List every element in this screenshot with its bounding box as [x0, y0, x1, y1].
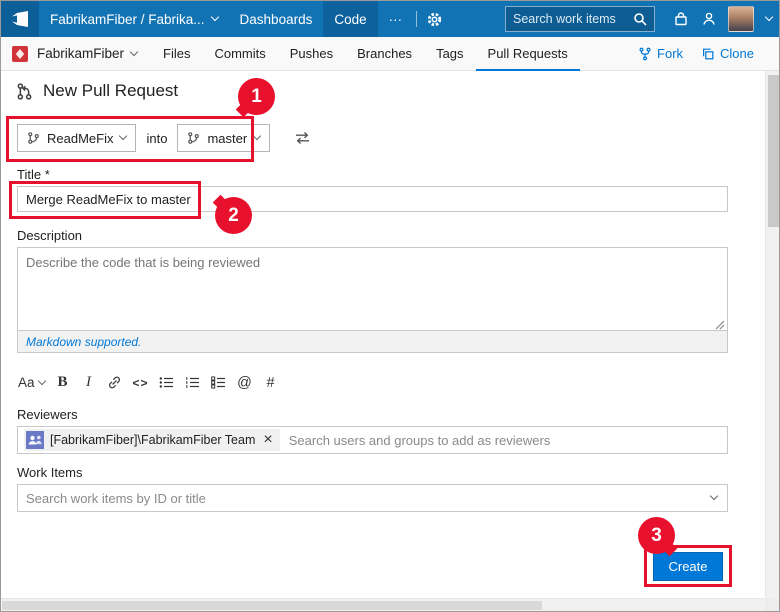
reviewers-placeholder: Search users and groups to add as review… — [289, 433, 551, 448]
markdown-support-bar: Markdown supported. — [17, 331, 728, 353]
target-branch-dropdown[interactable]: master — [177, 124, 270, 152]
pull-request-icon — [15, 82, 34, 101]
tab-pushes[interactable]: Pushes — [278, 37, 345, 71]
tab-pull-requests[interactable]: Pull Requests — [476, 37, 580, 71]
create-button[interactable]: Create — [653, 552, 723, 581]
menu-code[interactable]: Code — [323, 1, 377, 37]
code-snippet-button[interactable]: <> — [128, 370, 154, 395]
work-items-label: Work Items — [17, 465, 83, 480]
mention-button[interactable]: @ — [232, 370, 258, 395]
fork-label: Fork — [657, 46, 683, 61]
task-list-icon — [211, 376, 226, 389]
page-title-text: New Pull Request — [43, 81, 178, 101]
azure-devops-logo[interactable] — [1, 1, 39, 37]
scrollbar-corner — [765, 598, 780, 611]
chevron-down-icon[interactable] — [710, 492, 718, 500]
more-menu[interactable]: ··· — [378, 1, 414, 37]
fork-action[interactable]: Fork — [629, 46, 692, 61]
settings-gear-icon[interactable] — [420, 1, 448, 37]
project-breadcrumb-menu[interactable]: FabrikamFiber / Fabrika... — [39, 1, 229, 37]
branch-icon — [187, 131, 200, 145]
source-branch-dropdown[interactable]: ReadMeFix — [17, 124, 136, 152]
task-list-button[interactable] — [206, 370, 232, 395]
azure-devops-window: FabrikamFiber / Fabrika... Dashboards Co… — [0, 0, 780, 612]
into-label: into — [146, 131, 167, 146]
chevron-down-icon — [210, 13, 218, 21]
vertical-scrollbar[interactable] — [765, 71, 780, 598]
tab-commits[interactable]: Commits — [202, 37, 277, 71]
fork-icon — [638, 47, 652, 61]
search-input[interactable] — [513, 12, 633, 26]
menu-dashboards[interactable]: Dashboards — [229, 1, 324, 37]
project-icon[interactable] — [11, 45, 29, 63]
description-label: Description — [17, 228, 82, 243]
bold-button[interactable]: B — [50, 370, 76, 395]
work-items-input[interactable] — [26, 491, 711, 506]
team-avatar — [26, 431, 44, 449]
chevron-down-icon — [253, 132, 261, 140]
title-label: Title * — [17, 167, 50, 182]
work-item-link-button[interactable]: # — [258, 370, 284, 395]
numbered-list-button[interactable] — [180, 370, 206, 395]
clone-action[interactable]: Clone — [692, 46, 763, 61]
user-avatar[interactable] — [728, 6, 754, 32]
link-button[interactable] — [102, 370, 128, 395]
vertical-scrollbar-thumb[interactable] — [768, 75, 779, 227]
chevron-down-icon — [130, 47, 138, 55]
reviewer-chip-label: [FabrikamFiber]\FabrikamFiber Team — [50, 433, 255, 447]
font-style-button[interactable]: Aa — [13, 370, 50, 395]
link-icon — [107, 375, 122, 390]
switch-branches-icon[interactable] — [294, 131, 311, 145]
repository-picker[interactable]: FabrikamFiber — [37, 46, 151, 61]
code-hub-navigation: FabrikamFiber Files Commits Pushes Branc… — [1, 37, 779, 71]
azure-devops-logo-icon — [10, 9, 30, 29]
description-textarea[interactable] — [17, 247, 728, 331]
reviewers-input[interactable]: [FabrikamFiber]\FabrikamFiber Team × Sea… — [17, 426, 728, 454]
annotation-step-3: 3 — [638, 517, 675, 554]
feedback-icon[interactable] — [695, 1, 723, 37]
branch-icon — [27, 131, 40, 145]
horizontal-scrollbar[interactable] — [1, 598, 765, 611]
top-navigation-bar: FabrikamFiber / Fabrika... Dashboards Co… — [1, 1, 779, 37]
marketplace-bag-icon[interactable] — [667, 1, 695, 37]
reviewers-label: Reviewers — [17, 407, 78, 422]
search-icon[interactable] — [633, 12, 647, 26]
reviewer-chip[interactable]: [FabrikamFiber]\FabrikamFiber Team × — [24, 429, 280, 451]
topbar-separator — [416, 11, 417, 27]
tab-files[interactable]: Files — [151, 37, 202, 71]
target-branch-label: master — [207, 131, 247, 146]
profile-chevron-icon[interactable] — [759, 1, 779, 37]
annotation-step-1: 1 — [238, 78, 275, 115]
italic-button[interactable]: I — [76, 370, 102, 395]
clone-icon — [701, 47, 715, 61]
chevron-down-icon — [37, 376, 45, 384]
work-item-search-box[interactable] — [505, 6, 655, 32]
markdown-supported-link[interactable]: Markdown supported. — [26, 335, 141, 349]
chevron-down-icon — [119, 132, 127, 140]
project-breadcrumb-label: FabrikamFiber / Fabrika... — [50, 12, 205, 27]
page-title: New Pull Request — [15, 81, 178, 101]
tab-tags[interactable]: Tags — [424, 37, 475, 71]
clone-label: Clone — [720, 46, 754, 61]
branch-selector-row: ReadMeFix into master — [17, 124, 311, 152]
bullet-list-icon — [159, 376, 174, 389]
tab-branches[interactable]: Branches — [345, 37, 424, 71]
source-branch-label: ReadMeFix — [47, 131, 113, 146]
formatting-toolbar: Aa B I <> — [13, 370, 284, 395]
title-input[interactable] — [17, 186, 728, 212]
font-style-label: Aa — [18, 375, 35, 390]
numbered-list-icon — [185, 376, 200, 389]
repository-name: FabrikamFiber — [37, 46, 124, 61]
remove-reviewer-icon[interactable]: × — [261, 432, 274, 448]
bullet-list-button[interactable] — [154, 370, 180, 395]
horizontal-scrollbar-thumb[interactable] — [2, 601, 542, 610]
work-items-input-row[interactable] — [17, 484, 728, 512]
